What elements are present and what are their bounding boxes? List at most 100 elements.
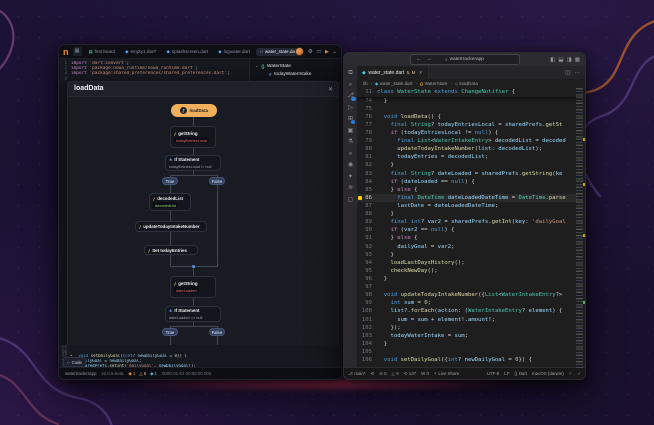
symbol-todayWaterIntake[interactable]: #todayWaterIntake bbox=[255, 70, 341, 78]
code-line-79[interactable]: 79 final List<WaterIntakeEntry> decodedL… bbox=[357, 137, 577, 145]
extensions-icon[interactable]: ⊞ bbox=[348, 116, 353, 123]
gear-icon[interactable]: ⚙ bbox=[308, 49, 313, 55]
status-item-utf-8[interactable]: UTF-8 bbox=[487, 371, 499, 376]
device-icon[interactable]: ▭ bbox=[316, 49, 321, 55]
more-icon[interactable]: ⋯ bbox=[575, 70, 581, 76]
status-item-137[interactable]: ⟲137 bbox=[404, 371, 416, 376]
minimap[interactable] bbox=[576, 88, 583, 368]
back-icon[interactable]: ← bbox=[416, 56, 422, 62]
docker-icon[interactable]: ≋ bbox=[348, 185, 353, 192]
nowa-tab-splashscreen-dart[interactable]: ◆splashscreen.dart bbox=[163, 47, 213, 56]
play-icon[interactable]: ▶ bbox=[325, 49, 329, 55]
panel-bottom-icon[interactable]: ⬓ bbox=[558, 57, 563, 63]
flow-node-If-Statement[interactable]: ⋔If StatementdateLoaded == null bbox=[165, 306, 221, 322]
flow-node-getString[interactable]: ƒgetStringdateLoaded bbox=[170, 276, 216, 298]
code-line-82[interactable]: 82 } bbox=[357, 161, 577, 169]
code-line-104[interactable]: 104 } bbox=[357, 340, 577, 348]
breadcrumb-item-lib[interactable]: lib bbox=[363, 81, 368, 86]
code-line-94[interactable]: 94 loadLastDaysHistory(); bbox=[357, 259, 577, 267]
code-line-90[interactable]: 90 if (var2 == null) { bbox=[357, 226, 577, 234]
status-item-main-[interactable]: ⎇main* bbox=[348, 371, 366, 376]
code-view-toggle[interactable]: ‹› Code bbox=[63, 357, 86, 367]
code-line-87[interactable]: 87 lastDate = dateLoadedDateTime; bbox=[357, 202, 577, 210]
avatar[interactable] bbox=[295, 47, 304, 56]
split-icon[interactable]: ◫ bbox=[565, 70, 570, 76]
code-line-102[interactable]: 102 }); bbox=[357, 324, 577, 332]
overview-ruler[interactable] bbox=[583, 88, 585, 368]
code-line-83[interactable]: 83 final String? dateLoaded = sharedPref… bbox=[357, 170, 577, 178]
code-line-76[interactable]: 76 void loadData() { bbox=[357, 113, 577, 121]
share-icon[interactable]: ✦ bbox=[348, 174, 353, 181]
source-control-icon[interactable]: ⎇ bbox=[347, 93, 354, 100]
code-line-98[interactable]: 98 void updateTodayIntakeNumber({List<Wa… bbox=[357, 291, 577, 299]
code-lines[interactable]: 74 }7576 void loadData() {77 final Strin… bbox=[357, 97, 577, 368]
code-line-78[interactable]: 78 if (todayEntriesLocal != null) { bbox=[357, 129, 577, 137]
code-line-89[interactable]: 89 final int? var2 = sharedPrefs.getInt(… bbox=[357, 218, 577, 226]
nowa-code-editor[interactable]: 1import 'dart:convert';2import 'package:… bbox=[59, 59, 249, 81]
lightbulb-icon[interactable] bbox=[358, 196, 362, 200]
testing-icon[interactable]: ⚗ bbox=[348, 139, 353, 146]
explorer-icon[interactable]: ⧉ bbox=[348, 70, 352, 77]
code-line-96[interactable]: 96 } bbox=[357, 275, 577, 283]
status-item-w-0[interactable]: W 0 bbox=[421, 371, 429, 376]
code-line-80[interactable]: 80 updateTodayIntakeNumber(list: decoded… bbox=[357, 145, 577, 153]
code-line-81[interactable]: 81 todayEntries = decodedList; bbox=[357, 153, 577, 161]
status-item-check[interactable]: ✓ bbox=[577, 371, 581, 376]
flow-node-updateTodayIntakeNumber[interactable]: ƒupdateTodayIntakeNumber bbox=[135, 221, 207, 232]
search-icon[interactable]: ⌕ bbox=[349, 82, 352, 89]
code-line-93[interactable]: 93 } bbox=[357, 251, 577, 259]
flow-node-getString[interactable]: ƒgetStringtodayEntriesLocal bbox=[170, 126, 216, 148]
status-item-sync[interactable]: ⟲ bbox=[371, 371, 375, 376]
flow-node-If-Statement[interactable]: ⋔If StatementtodayEntriesLocal != null bbox=[165, 155, 221, 171]
nowa-code-editor-bottom[interactable]: 555657• void setDailyGoal({int? newDaily… bbox=[59, 345, 341, 368]
chevron-down-icon[interactable]: ⌄ bbox=[332, 49, 337, 55]
status-item-0[interactable]: ⊘0 bbox=[379, 371, 386, 376]
code-line-99[interactable]: 99 int sum = 0; bbox=[357, 299, 577, 307]
code-line-97[interactable]: 97 bbox=[357, 283, 577, 291]
code-line-100[interactable]: 100 list?.forEach(action: (WaterIntakeEn… bbox=[357, 307, 577, 315]
status-item-live-share[interactable]: ⚡Live Share bbox=[434, 371, 459, 376]
code-line-88[interactable]: 88 } bbox=[357, 210, 577, 218]
project-menu-icon[interactable]: ▦ bbox=[73, 47, 82, 56]
run-debug-icon[interactable]: ▷ bbox=[348, 105, 353, 112]
references-icon[interactable]: « bbox=[349, 151, 352, 158]
code-line-74[interactable]: 74 } bbox=[357, 97, 577, 105]
flow-node-decodedList[interactable]: ƒdecodedListdecodedList bbox=[149, 193, 191, 211]
close-tab-icon[interactable]: ✕ bbox=[419, 70, 423, 76]
remote-explorer-icon[interactable]: ▣ bbox=[348, 128, 354, 135]
status-item-dart[interactable]: {}Dart bbox=[514, 371, 527, 376]
code-line-84[interactable]: 84 if (dateLoaded == null) { bbox=[357, 178, 577, 186]
panel-right-icon[interactable]: ◨ bbox=[567, 57, 572, 63]
code-line-11[interactable]: 11class WaterState extends ChangeNotifie… bbox=[357, 88, 577, 96]
nowa-logo-icon[interactable]: n bbox=[63, 47, 69, 57]
code-line-91[interactable]: 91 } else { bbox=[357, 234, 577, 242]
sticky-scroll-line[interactable]: 11class WaterState extends ChangeNotifie… bbox=[357, 88, 577, 97]
tab-water-state-dart[interactable]: ◆ water_state.dart 5, M ✕ bbox=[357, 66, 429, 79]
code-line-77[interactable]: 77 final String? todayEntriesLocal = sha… bbox=[357, 121, 577, 129]
breadcrumb-item-loadData[interactable]: ◇loadData bbox=[455, 81, 478, 86]
nowa-tab-logwater-dart[interactable]: ◆logwater.dart bbox=[214, 47, 254, 56]
code-line-103[interactable]: 103 todayWaterIntake = sum; bbox=[357, 332, 577, 340]
code-line-85[interactable]: 85 } else { bbox=[357, 186, 577, 194]
code-line-106[interactable]: 106 void setDailyGoal({int? newDailyGoal… bbox=[357, 356, 577, 364]
remote-window-icon[interactable]: ▢ bbox=[348, 197, 354, 204]
breadcrumb-item-water_state.dart[interactable]: ◆water_state.dart bbox=[375, 81, 413, 86]
code-line-105[interactable]: 105 bbox=[357, 348, 577, 356]
breadcrumb-item-WaterState[interactable]: {}WaterState bbox=[420, 81, 447, 86]
status-item-bell[interactable]: ⚐ bbox=[569, 371, 573, 376]
code-line-92[interactable]: 92 dailyGoal = var2; bbox=[357, 243, 577, 251]
flow-node-loadData[interactable]: ƒloadData bbox=[171, 104, 217, 117]
panel-left-icon[interactable]: ◧ bbox=[550, 57, 555, 63]
chevron-down-icon[interactable]: ⌄ bbox=[255, 63, 259, 69]
code-editor[interactable]: 11class WaterState extends ChangeNotifie… bbox=[357, 88, 585, 368]
code-line-95[interactable]: 95 checkNewDay(); bbox=[357, 267, 577, 275]
flow-canvas[interactable]: ƒloadData ƒgetStringtodayEntriesLocal ⋔If … bbox=[68, 82, 338, 346]
nowa-tab-first-board[interactable]: ▦first.board bbox=[85, 47, 120, 56]
code-line-3[interactable]: 3import 'package:shared_preferences/shar… bbox=[59, 71, 249, 76]
layout-grid-icon[interactable]: ▦ bbox=[575, 57, 580, 63]
code-line-86[interactable]: 86 final DateTime dateLoadedDateTime = D… bbox=[357, 194, 577, 202]
lightning-icon[interactable]: ◉ bbox=[348, 162, 353, 169]
status-item-lf[interactable]: LF bbox=[504, 371, 509, 376]
forward-icon[interactable]: → bbox=[426, 56, 432, 62]
code-line-101[interactable]: 101 sum = sum + element!.amount!; bbox=[357, 316, 577, 324]
